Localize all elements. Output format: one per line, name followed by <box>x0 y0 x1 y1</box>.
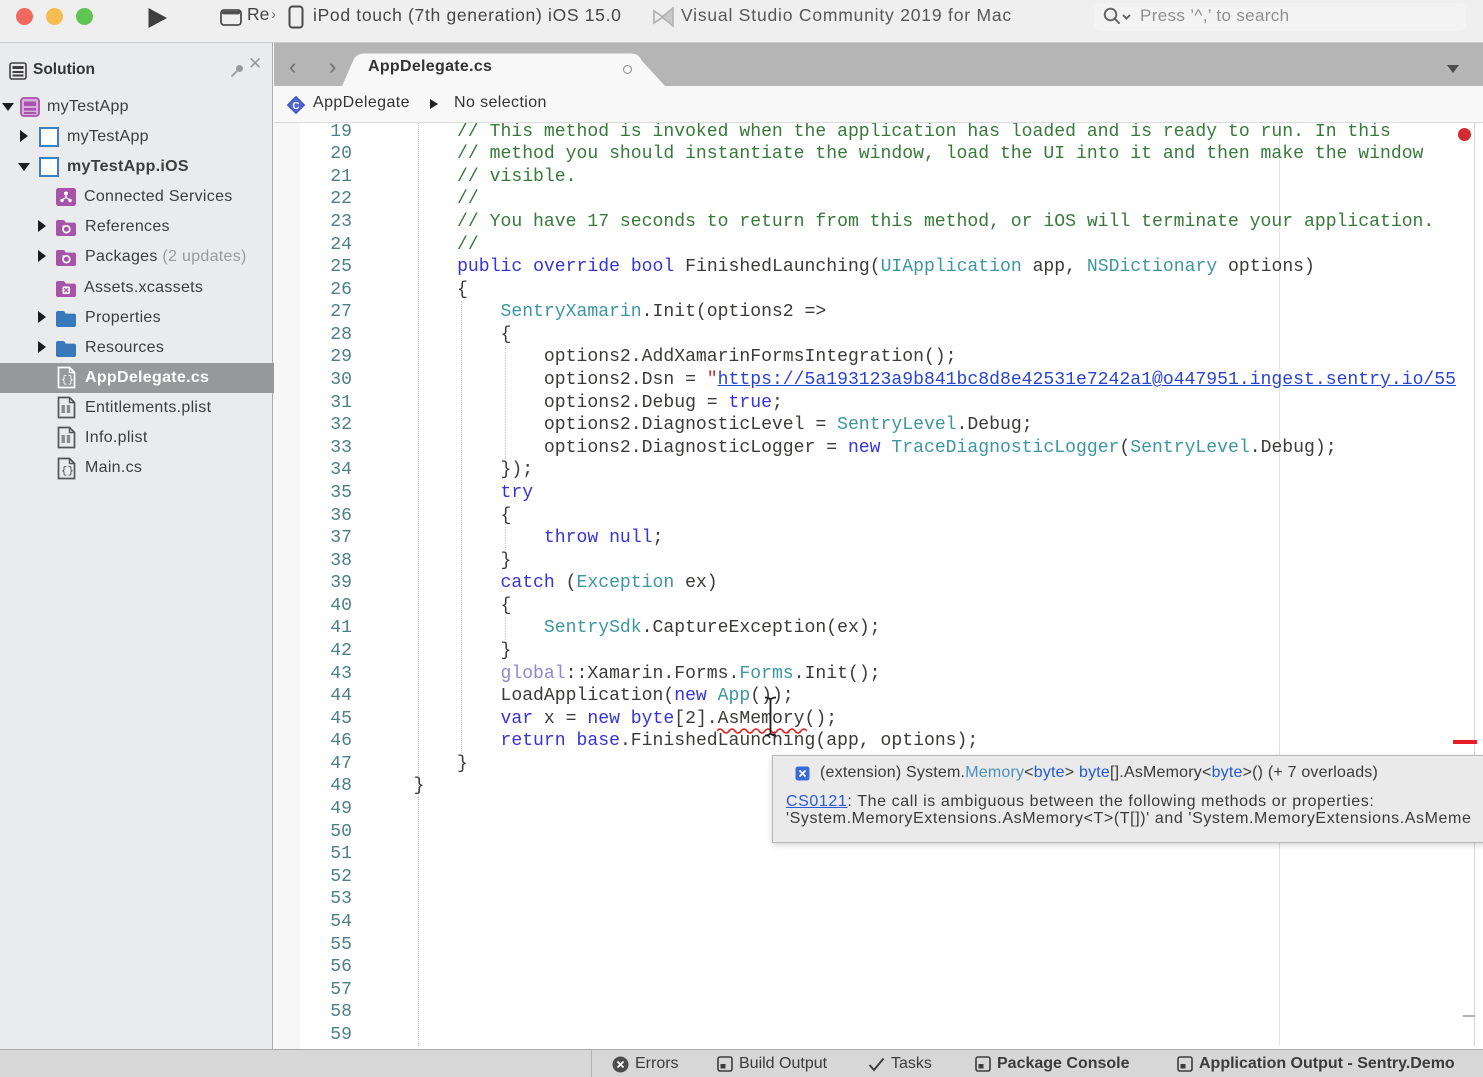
svg-text:{}: {} <box>61 375 74 387</box>
svg-text:C: C <box>292 101 299 112</box>
svg-text:{}: {} <box>61 465 74 477</box>
